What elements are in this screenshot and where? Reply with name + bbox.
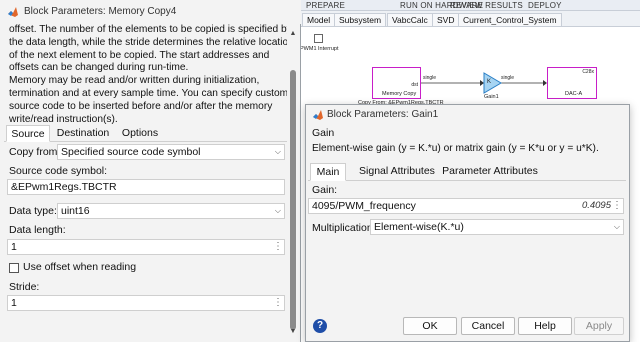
dac-badge: C28x [582, 69, 594, 75]
parameter-tabs: Main Signal Attributes Parameter Attribu… [308, 163, 626, 181]
ok-button[interactable]: OK [403, 317, 457, 335]
scroll-down-icon[interactable]: ▼ [289, 328, 297, 335]
data-length-input[interactable]: 1 ⋮ [7, 239, 285, 255]
help-question-icon[interactable]: ? [313, 319, 327, 333]
copy-from-value: Specified source code symbol [61, 146, 201, 158]
more-options-icon[interactable]: ⋮ [612, 199, 622, 213]
multiplication-dropdown[interactable]: Element-wise(K.*u) ⌵ [370, 219, 624, 235]
model-tab-vabccalc[interactable]: VabcCalc [387, 13, 433, 26]
multiplication-label: Multiplication: [312, 222, 376, 234]
stride-input[interactable]: 1 ⋮ [7, 295, 285, 311]
ribbon-review-results[interactable]: REVIEW RESULTS [450, 1, 523, 10]
chevron-down-icon: ⌵ [613, 222, 620, 231]
source-symbol-label: Source code symbol: [9, 165, 108, 177]
dialog-title: Block Parameters: Memory Copy4 [24, 6, 177, 17]
gain-input[interactable]: 4095/PWM_frequency 0.4095 ⋮ [308, 198, 624, 214]
signal-label-1: single [423, 75, 437, 81]
ribbon-deploy[interactable]: DEPLOY [528, 1, 562, 10]
multiplication-value: Element-wise(K.*u) [374, 221, 464, 233]
dac-name: DAC-A [565, 91, 583, 97]
signal-label-2: single [501, 75, 515, 81]
data-length-label: Data length: [9, 224, 66, 236]
gain-evaluated: 0.4095 [581, 200, 611, 211]
use-offset-label: Use offset when reading [23, 261, 137, 273]
data-length-value: 1 [11, 241, 17, 253]
data-type-value: uint16 [61, 205, 90, 217]
more-options-icon[interactable]: ⋮ [273, 296, 283, 310]
tab-main[interactable]: Main [310, 163, 346, 181]
scroll-thumb[interactable] [290, 70, 296, 330]
stride-label: Stride: [9, 281, 40, 293]
block-description: offset. The number of the elements to be… [9, 24, 287, 125]
model-tab-subsystem[interactable]: Subsystem [334, 13, 387, 26]
dialog-title-bar[interactable]: Block Parameters: Memory Copy4 [0, 0, 301, 24]
help-button[interactable]: Help [518, 317, 572, 335]
dialog-title: Block Parameters: Gain1 [327, 109, 439, 120]
gain-dialog: Block Parameters: Gain1 Gain Element-wis… [305, 104, 630, 342]
source-symbol-value: &EPwm1Regs.TBCTR [11, 181, 117, 193]
gain-glyph: K [487, 79, 492, 85]
dialog-title-bar[interactable]: Block Parameters: Gain1 [306, 105, 629, 125]
use-offset-checkbox[interactable] [9, 263, 19, 273]
vertical-scrollbar[interactable]: ▲ ▼ [288, 30, 298, 335]
tab-source[interactable]: Source [6, 125, 50, 142]
copy-from-label: Copy from: [9, 146, 61, 158]
tab-signal-attributes[interactable]: Signal Attributes [352, 163, 442, 180]
scroll-up-icon[interactable]: ▲ [289, 30, 297, 37]
stride-value: 1 [11, 297, 17, 309]
section-heading: Gain [312, 127, 335, 139]
gain-name: Gain1 [484, 94, 499, 100]
model-tab-current-control-system[interactable]: Current_Control_System [458, 13, 562, 26]
data-type-label: Data type: [9, 205, 57, 217]
apply-button[interactable]: Apply [574, 317, 624, 335]
model-tabbar: Model Subsystem VabcCalc SVD Current_Con… [300, 11, 640, 27]
chevron-down-icon: ⌵ [274, 147, 281, 156]
copy-from-dropdown[interactable]: Specified source code symbol ⌵ [57, 144, 285, 160]
model-tab-model[interactable]: Model [302, 13, 336, 26]
ribbon-strip: PREPARE RUN ON HARDWARE REVIEW RESULTS D… [300, 0, 640, 11]
data-type-dropdown[interactable]: uint16 ⌵ [57, 203, 285, 219]
model-tab-svd[interactable]: SVD [432, 13, 460, 26]
dac-block[interactable]: C28x DAC-A [547, 67, 597, 99]
tab-options[interactable]: Options [118, 125, 162, 142]
more-options-icon[interactable]: ⋮ [273, 240, 283, 254]
gain-label: Gain: [312, 184, 338, 196]
gain-value: 4095/PWM_frequency [312, 200, 416, 212]
source-symbol-input[interactable]: &EPwm1Regs.TBCTR [7, 179, 285, 195]
matlab-logo-icon [8, 7, 18, 17]
block-description: Element-wise gain (y = K.*u) or matrix g… [312, 143, 599, 154]
ribbon-prepare[interactable]: PREPARE [306, 1, 345, 10]
chevron-down-icon: ⌵ [274, 206, 281, 215]
cancel-button[interactable]: Cancel [461, 317, 515, 335]
parameter-tabs: Source Destination Options [4, 125, 287, 142]
matlab-logo-icon [313, 110, 323, 120]
tab-parameter-attributes[interactable]: Parameter Attributes [436, 163, 544, 180]
memory-copy-dialog: Block Parameters: Memory Copy4 offset. T… [0, 0, 301, 342]
tab-destination[interactable]: Destination [54, 125, 112, 142]
